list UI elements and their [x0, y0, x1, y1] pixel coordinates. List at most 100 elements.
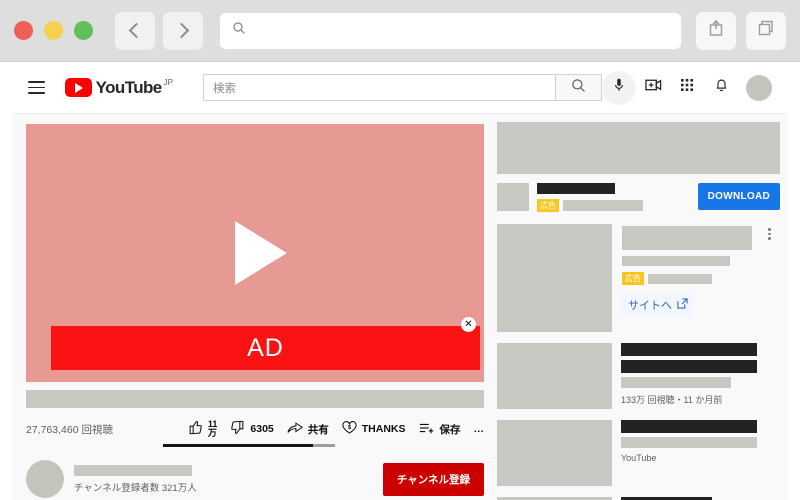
channel-avatar[interactable] — [26, 460, 64, 498]
apps-grid-icon — [680, 78, 694, 97]
display-ad-body: 広告 サイトへ — [622, 224, 752, 332]
masthead-ad-text: 広告 — [537, 183, 643, 212]
video-title-line2-placeholder — [621, 360, 757, 373]
like-progress-bar — [163, 444, 335, 447]
search-input[interactable]: 検索 — [203, 74, 555, 101]
search-submit-button[interactable] — [555, 74, 602, 101]
svg-text:$: $ — [348, 425, 352, 431]
minimize-window-button[interactable] — [44, 21, 63, 40]
screen: YouTube JP 検索 AD ✕ 27,763,460 回視聴 11 万 6… — [0, 0, 800, 500]
masthead-ad-thumbnail — [497, 183, 529, 211]
subscribe-button[interactable]: チャンネル登録 — [382, 462, 484, 496]
video-thumbnail[interactable] — [497, 420, 612, 486]
view-count: 27,763,460 回視聴 — [26, 423, 113, 436]
bell-icon — [714, 77, 729, 98]
masthead-ad-subtitle-placeholder — [563, 200, 643, 211]
close-window-button[interactable] — [14, 21, 33, 40]
display-ad-title-placeholder — [622, 226, 752, 250]
channel-row: チャンネル登録者数 321万人 チャンネル登録 — [26, 457, 484, 500]
dislike-count: 6305 — [250, 423, 274, 435]
thumbs-down-icon — [230, 420, 245, 438]
visit-site-label: サイトへ — [628, 300, 672, 312]
youtube-logo[interactable]: YouTube JP — [64, 78, 173, 97]
video-channel-placeholder — [621, 377, 731, 388]
address-bar[interactable] — [219, 11, 682, 50]
display-ad-advertiser-placeholder — [648, 273, 712, 284]
ad-badge: 広告 — [537, 199, 559, 212]
display-ad-badge-row: 広告 — [622, 272, 752, 285]
list-item[interactable]: 133万 回視聴・11 か月前 — [497, 343, 778, 409]
more-actions-button[interactable]: … — [474, 423, 485, 435]
maximize-window-button[interactable] — [74, 21, 93, 40]
channel-name-placeholder[interactable] — [74, 464, 192, 476]
primary-column: AD ✕ 27,763,460 回視聴 11 万 6305 共有 $ THANK… — [12, 114, 495, 500]
secondary-column: 広告 DOWNLOAD 広告 サイトへ 133万 回視聴・11 か月前 YouT… — [495, 114, 788, 500]
video-player[interactable]: AD ✕ — [26, 124, 484, 382]
apps-button[interactable] — [670, 71, 704, 105]
save-to-playlist-icon — [419, 421, 435, 438]
share-label: 共有 — [307, 423, 329, 436]
visit-site-button[interactable]: サイトへ — [622, 293, 694, 317]
close-icon[interactable]: ✕ — [461, 317, 476, 332]
video-meta-row: 27,763,460 回視聴 11 万 6305 共有 $ THANKS 保存 … — [26, 416, 484, 442]
thanks-button[interactable]: $ THANKS — [342, 420, 406, 438]
ad-badge: 広告 — [622, 272, 644, 285]
display-ad-thumbnail[interactable] — [497, 224, 612, 332]
tabs-overview-button[interactable] — [746, 11, 786, 50]
video-info: YouTube — [621, 420, 757, 486]
list-item[interactable]: YouTube — [497, 420, 778, 486]
subscriber-count: チャンネル登録者数 321万人 — [74, 482, 197, 494]
tabs-icon — [757, 19, 775, 42]
play-triangle-icon[interactable] — [235, 221, 287, 285]
video-thumbnail[interactable] — [497, 343, 612, 409]
video-meta: 133万 回視聴・11 か月前 — [621, 395, 723, 405]
like-button[interactable]: 11 万 — [188, 419, 218, 438]
chrome-actions — [696, 11, 786, 50]
video-title-placeholder — [26, 390, 484, 408]
notifications-button[interactable] — [704, 71, 738, 105]
heart-dollar-icon: $ — [342, 420, 357, 438]
thumbs-up-icon — [188, 420, 203, 438]
share-button[interactable]: 共有 — [287, 421, 329, 438]
video-title-line2-placeholder — [621, 437, 757, 448]
avatar[interactable] — [746, 74, 772, 101]
kebab-menu-icon[interactable] — [768, 224, 771, 332]
video-info: 133万 回視聴・11 か月前 — [621, 343, 757, 409]
save-button[interactable]: 保存 — [419, 421, 461, 438]
ad-overlay-label: AD — [247, 333, 284, 362]
browser-chrome — [0, 0, 800, 62]
voice-search-button[interactable] — [602, 70, 636, 105]
back-button[interactable] — [115, 11, 155, 50]
forward-button[interactable] — [163, 11, 203, 50]
sidebar-display-ad[interactable]: 広告 サイトへ — [497, 224, 778, 332]
like-count: 11 万 — [207, 419, 218, 438]
masthead-ad-banner[interactable] — [497, 122, 780, 174]
download-button[interactable]: DOWNLOAD — [697, 183, 780, 210]
video-title-line1-placeholder — [621, 343, 757, 356]
share-button[interactable] — [696, 11, 736, 50]
masthead-ad-row: 広告 DOWNLOAD — [497, 183, 780, 212]
window-controls — [14, 21, 93, 40]
masthead-ad[interactable]: 広告 DOWNLOAD — [497, 122, 780, 212]
chevron-left-icon — [128, 22, 145, 39]
more-horizontal-icon: … — [473, 423, 485, 435]
video-channel-name: YouTube — [621, 453, 657, 463]
hamburger-menu-icon[interactable] — [28, 81, 45, 94]
search-icon — [232, 21, 246, 40]
search-icon — [571, 78, 586, 98]
microphone-icon — [612, 77, 626, 98]
page-body: AD ✕ 27,763,460 回視聴 11 万 6305 共有 $ THANK… — [12, 114, 788, 500]
display-ad-line2-placeholder — [622, 256, 730, 266]
youtube-logo-text: YouTube — [95, 78, 163, 97]
ad-overlay-banner[interactable]: AD ✕ — [51, 317, 480, 370]
youtube-play-badge-icon — [64, 78, 92, 97]
masthead-ad-title-placeholder — [537, 183, 615, 194]
create-button[interactable] — [636, 71, 670, 105]
dislike-button[interactable]: 6305 — [230, 420, 274, 438]
youtube-masthead: YouTube JP 検索 — [12, 62, 788, 114]
share-icon — [708, 19, 724, 42]
external-link-icon — [677, 298, 688, 312]
video-actions: 11 万 6305 共有 $ THANKS 保存 … — [188, 420, 484, 438]
thanks-label: THANKS — [361, 423, 406, 435]
share-arrow-icon — [287, 421, 303, 438]
